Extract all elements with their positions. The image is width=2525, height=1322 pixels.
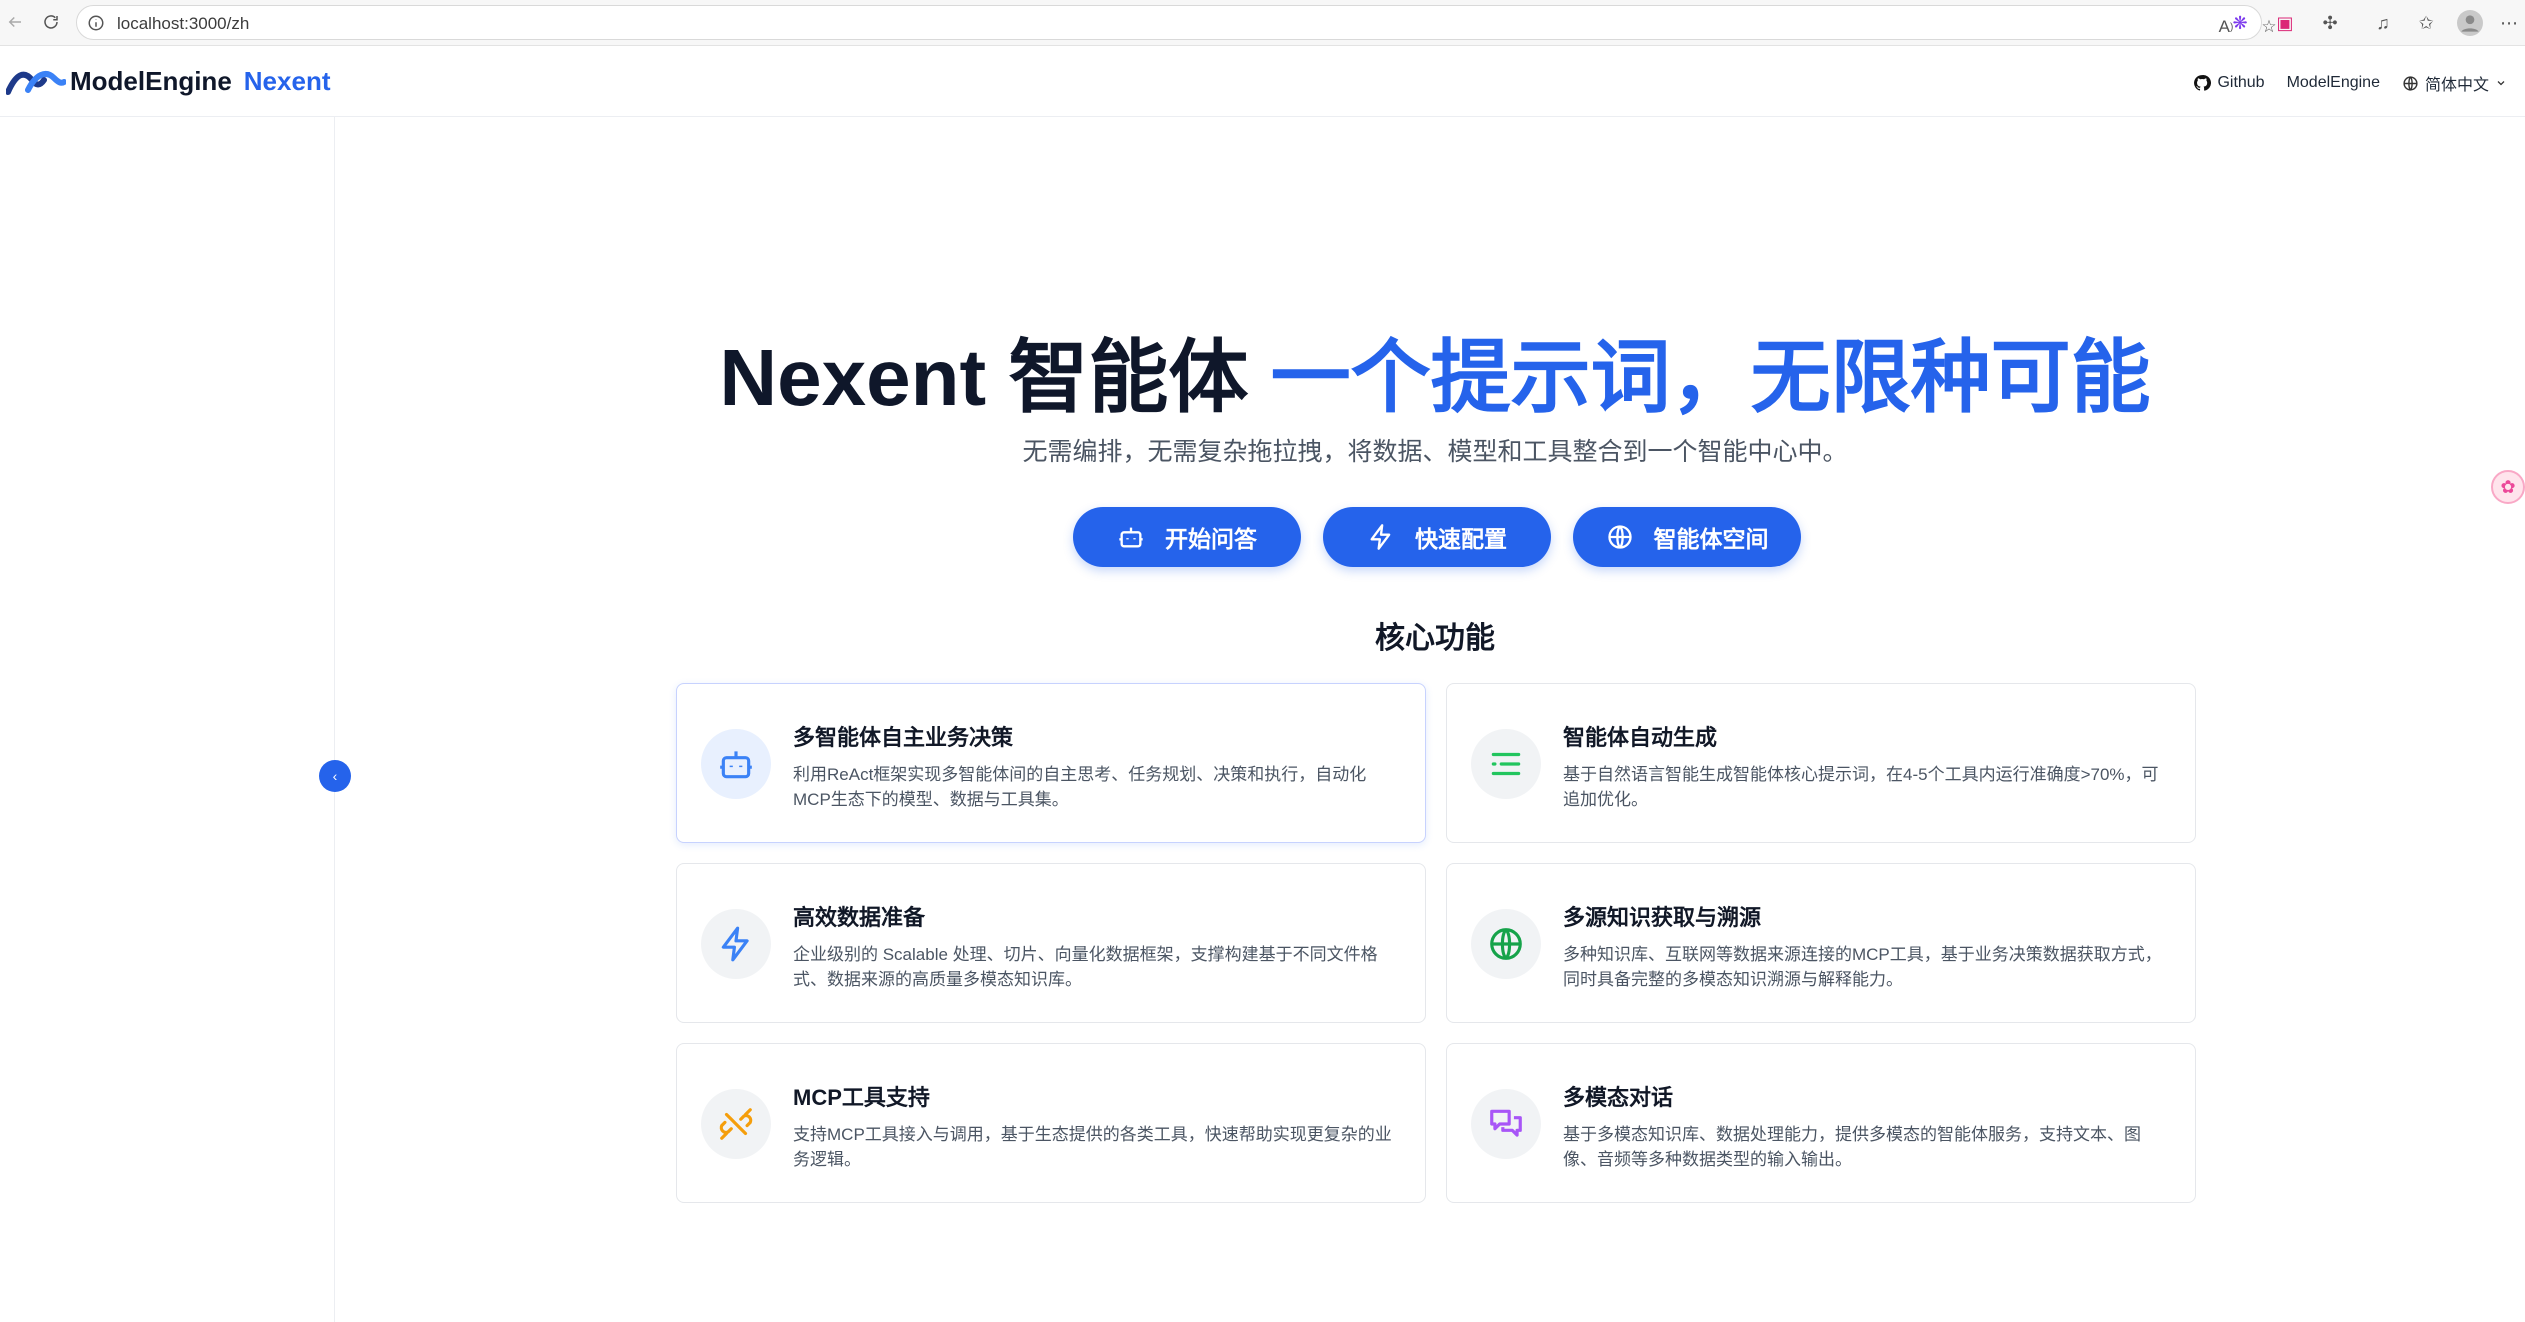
plug-icon xyxy=(701,1089,771,1159)
translate-widget-icon[interactable]: ✿ xyxy=(2491,470,2525,504)
back-icon[interactable] xyxy=(2,9,28,35)
lightning-icon xyxy=(1370,524,1391,550)
extension-translate-icon[interactable]: ▣ xyxy=(2272,10,2298,36)
feature-desc: 基于自然语言智能生成智能体核心提示词，在4-5个工具内运行准确度>70%，可追加… xyxy=(1563,765,2159,809)
start-chat-label: 开始问答 xyxy=(1165,526,1257,552)
chevron-down-icon xyxy=(2497,81,2505,86)
agent-space-label: 智能体空间 xyxy=(1653,526,1769,552)
language-label: 简体中文 xyxy=(2424,77,2489,94)
globe-icon xyxy=(2403,75,2418,91)
hero-buttons: 开始问答 快速配置 智能体空间 xyxy=(1073,507,1801,567)
hero-title: Nexent 智能体 一个提示词，无限种可能 xyxy=(0,328,2525,428)
feature-card-data-prep[interactable]: 高效数据准备 企业级别的 Scalable 处理、切片、向量化数据框架，支撑构建… xyxy=(676,863,1426,1023)
globe-icon xyxy=(1471,909,1541,979)
feature-desc: 多种知识库、互联网等数据来源连接的MCP工具，基于业务决策数据获取方式，同时具备… xyxy=(1563,945,2162,989)
feature-title: 多模态对话 xyxy=(1563,1085,1674,1110)
feature-title: 智能体自动生成 xyxy=(1563,725,1718,750)
feature-card-auto-generation[interactable]: 智能体自动生成 基于自然语言智能生成智能体核心提示词，在4-5个工具内运行准确度… xyxy=(1446,683,2196,843)
feature-desc: 企业级别的 Scalable 处理、切片、向量化数据框架，支撑构建基于不同文件格… xyxy=(793,945,1378,989)
chat-icon xyxy=(1471,1089,1541,1159)
logo[interactable]: ModelEngine Nexent xyxy=(6,63,330,99)
extension-brain-icon[interactable]: ❋ xyxy=(2227,10,2253,36)
address-bar[interactable]: localhost:3000/zh A) ☆ xyxy=(76,5,2277,40)
sidebar-collapse-button[interactable]: ‹ xyxy=(319,760,351,792)
media-control-icon[interactable]: ♫ xyxy=(2370,10,2396,36)
github-link[interactable]: Github xyxy=(2193,74,2265,92)
quick-setup-button[interactable]: 快速配置 xyxy=(1323,507,1551,567)
modelengine-label: ModelEngine xyxy=(2286,74,2380,91)
site-info-icon[interactable] xyxy=(87,14,105,32)
feature-card-multi-agent[interactable]: 多智能体自主业务决策 利用ReAct框架实现多智能体间的自主思考、任务规划、决策… xyxy=(676,683,1426,843)
hero-title-part2: 一个提示词，无限种可能 xyxy=(1270,333,2151,422)
browser-toolbar: localhost:3000/zh A) ☆ ❋ ▣ ✣ ♫ ✩ ⋯ xyxy=(0,0,2525,46)
more-menu-icon[interactable]: ⋯ xyxy=(2496,10,2522,36)
feature-desc: 基于多模态知识库、数据处理能力，提供多模态的智能体服务，支持文本、图像、音频等多… xyxy=(1563,1125,2141,1169)
robot-icon xyxy=(701,729,771,799)
feature-title: 多智能体自主业务决策 xyxy=(793,725,1014,750)
extensions-puzzle-icon[interactable]: ✣ xyxy=(2317,10,2343,36)
robot-icon xyxy=(1119,527,1143,548)
lightning-icon xyxy=(701,909,771,979)
chevron-left-icon: ‹ xyxy=(332,768,338,784)
github-icon xyxy=(2194,75,2212,91)
core-features-title: 核心功能 xyxy=(1375,622,1495,655)
globe-icon xyxy=(1607,525,1632,549)
hero-title-part1: Nexent 智能体 xyxy=(719,333,1271,422)
header-links: Github ModelEngine 简体中文 xyxy=(2193,71,2507,95)
feature-card-mcp-tools[interactable]: MCP工具支持 支持MCP工具接入与调用，基于生态提供的各类工具，快速帮助实现更… xyxy=(676,1043,1426,1203)
feature-desc: 支持MCP工具接入与调用，基于生态提供的各类工具，快速帮助实现更复杂的业务逻辑。 xyxy=(793,1125,1392,1169)
sidebar xyxy=(0,117,335,1322)
url-text[interactable]: localhost:3000/zh xyxy=(117,14,249,34)
feature-title: 高效数据准备 xyxy=(793,905,926,930)
agent-space-button[interactable]: 智能体空间 xyxy=(1573,507,1801,567)
feature-grid: 多智能体自主业务决策 利用ReAct框架实现多智能体间的自主思考、任务规划、决策… xyxy=(676,683,2196,1203)
language-selector[interactable]: 简体中文 xyxy=(2402,71,2507,95)
favorites-icon[interactable]: ✩ xyxy=(2413,10,2439,36)
logo-mark-icon xyxy=(6,71,66,95)
feature-card-multimodal-chat[interactable]: 多模态对话 基于多模态知识库、数据处理能力，提供多模态的智能体服务，支持文本、图… xyxy=(1446,1043,2196,1203)
quick-setup-label: 快速配置 xyxy=(1415,526,1507,552)
logo-text-nexent: Nexent xyxy=(243,65,331,96)
hero-subtitle: 无需编排，无需复杂拖拉拽，将数据、模型和工具整合到一个智能中心中。 xyxy=(1022,438,1848,466)
feature-card-knowledge-sources[interactable]: 多源知识获取与溯源 多种知识库、互联网等数据来源连接的MCP工具，基于业务决策数… xyxy=(1446,863,2196,1023)
feature-title: 多源知识获取与溯源 xyxy=(1563,905,1762,930)
feature-title: MCP工具支持 xyxy=(793,1085,930,1110)
profile-avatar-icon[interactable] xyxy=(2457,10,2483,36)
modelengine-link[interactable]: ModelEngine xyxy=(2287,74,2380,92)
github-label: Github xyxy=(2217,74,2265,91)
app-header: ModelEngine Nexent Github ModelEngine 简体… xyxy=(0,47,2525,117)
logo-text-modelengine: ModelEngine xyxy=(70,65,232,96)
start-chat-button[interactable]: 开始问答 xyxy=(1073,507,1301,567)
reload-icon[interactable] xyxy=(38,9,64,35)
list-icon xyxy=(1471,729,1541,799)
feature-desc: 利用ReAct框架实现多智能体间的自主思考、任务规划、决策和执行，自动化MCP生… xyxy=(793,765,1367,809)
